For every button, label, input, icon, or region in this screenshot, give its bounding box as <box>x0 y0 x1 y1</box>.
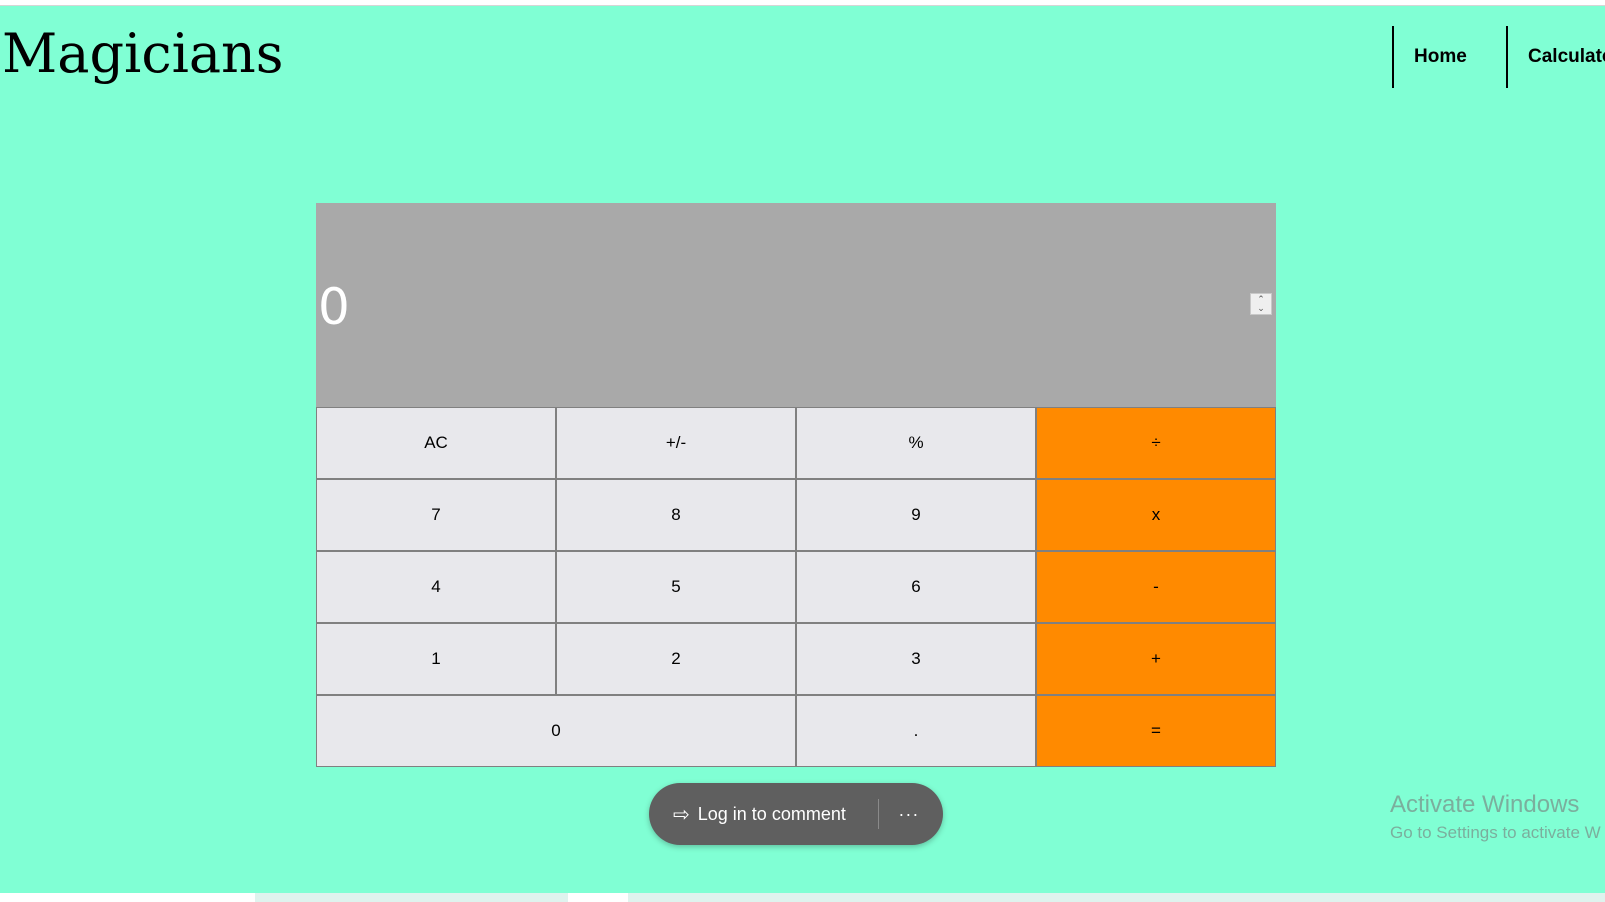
nav-link-calculator[interactable]: Calculato <box>1508 26 1605 88</box>
multiply-button[interactable]: x <box>1036 479 1276 551</box>
watermark-title: Activate Windows <box>1390 791 1580 818</box>
digit-2-button[interactable]: 2 <box>556 623 796 695</box>
digit-7-button[interactable]: 7 <box>316 479 556 551</box>
digit-6-button[interactable]: 6 <box>796 551 1036 623</box>
top-nav: Home Calculato <box>1392 26 1605 88</box>
calculator: 0 ⌃ ⌄ AC +/- % ÷ 7 8 9 x 4 5 6 - 1 2 3 +… <box>316 203 1276 767</box>
percent-button[interactable]: % <box>796 407 1036 479</box>
subtract-button[interactable]: - <box>1036 551 1276 623</box>
add-button[interactable]: + <box>1036 623 1276 695</box>
chevron-down-icon[interactable]: ⌄ <box>1257 304 1265 313</box>
taskbar-segment <box>568 893 628 902</box>
watermark-subtitle: Go to Settings to activate W <box>1390 823 1601 842</box>
site-brand: Magicians <box>2 22 284 85</box>
taskbar-segment <box>0 893 255 902</box>
more-icon: ··· <box>898 803 920 824</box>
clear-button[interactable]: AC <box>316 407 556 479</box>
equals-button[interactable]: = <box>1036 695 1276 767</box>
login-to-comment-button[interactable]: ⇨ Log in to comment <box>649 783 846 845</box>
digit-3-button[interactable]: 3 <box>796 623 1036 695</box>
comment-bar: ⇨ Log in to comment ··· <box>649 783 943 845</box>
login-to-comment-label: Log in to comment <box>697 803 846 824</box>
sign-in-icon: ⇨ <box>673 803 690 826</box>
digit-8-button[interactable]: 8 <box>556 479 796 551</box>
calculator-display[interactable]: 0 ⌃ ⌄ <box>316 203 1276 407</box>
activate-windows-watermark: Activate Windows Go to Settings to activ… <box>1390 791 1601 843</box>
number-spinner[interactable]: ⌃ ⌄ <box>1250 293 1272 315</box>
more-options-button[interactable]: ··· <box>879 804 939 825</box>
decimal-button[interactable]: . <box>796 695 1036 767</box>
taskbar-edge <box>0 893 1605 902</box>
divide-button[interactable]: ÷ <box>1036 407 1276 479</box>
digit-4-button[interactable]: 4 <box>316 551 556 623</box>
keypad: AC +/- % ÷ 7 8 9 x 4 5 6 - 1 2 3 + 0 . = <box>316 407 1276 767</box>
display-value: 0 <box>318 278 350 336</box>
digit-0-button[interactable]: 0 <box>316 695 796 767</box>
digit-5-button[interactable]: 5 <box>556 551 796 623</box>
browser-top-edge <box>0 0 1605 6</box>
digit-1-button[interactable]: 1 <box>316 623 556 695</box>
toggle-sign-button[interactable]: +/- <box>556 407 796 479</box>
digit-9-button[interactable]: 9 <box>796 479 1036 551</box>
nav-link-home[interactable]: Home <box>1394 26 1506 88</box>
